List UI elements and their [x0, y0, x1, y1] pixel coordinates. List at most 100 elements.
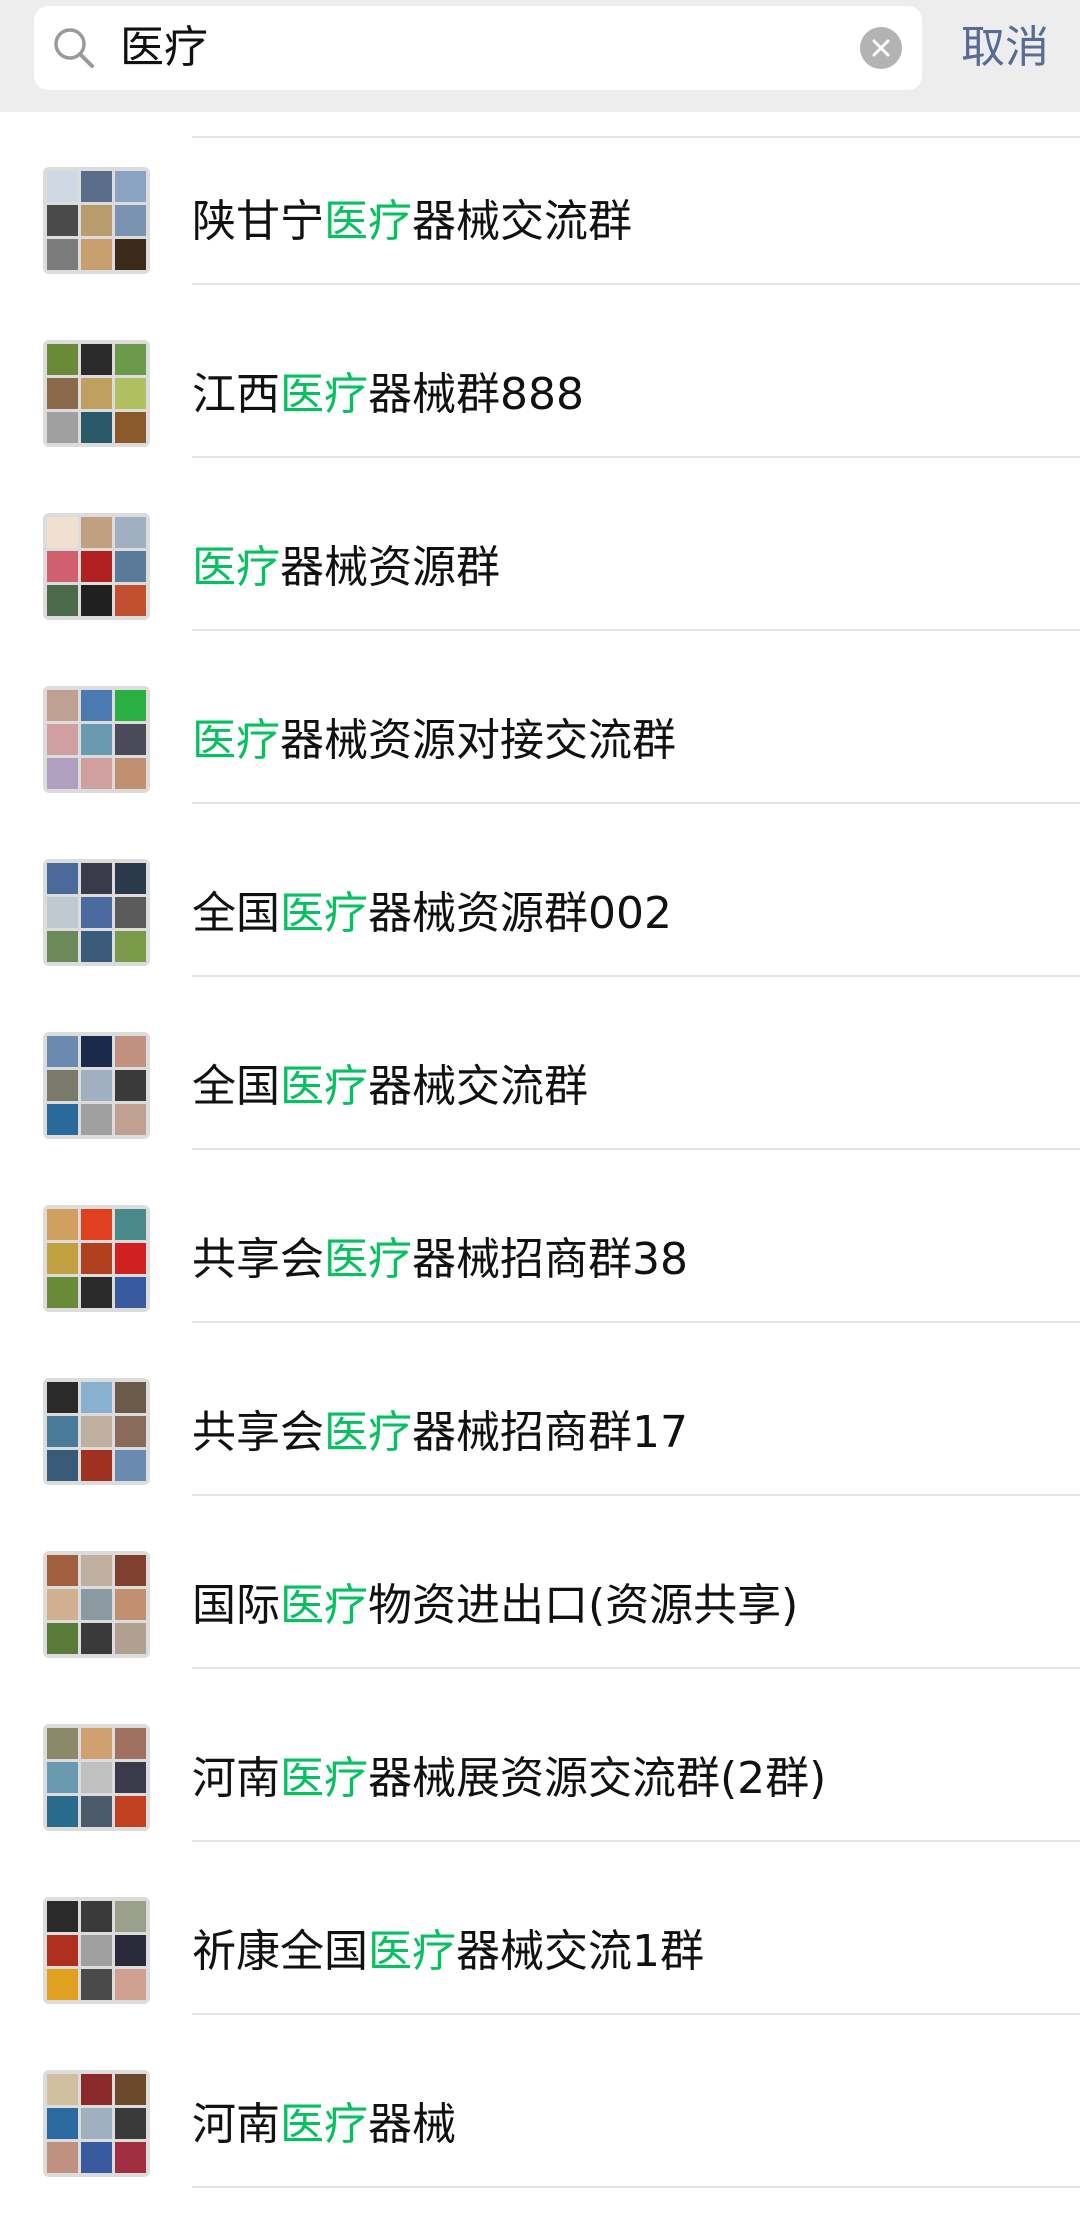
avatar-tile: [115, 171, 146, 202]
avatar-tile: [47, 412, 78, 443]
avatar-tile: [81, 1209, 112, 1240]
avatar-tile: [47, 1935, 78, 1966]
avatar-tile: [81, 1104, 112, 1135]
list-item[interactable]: 河南医疗器械展资源交流群(2群): [0, 1669, 1080, 1842]
avatar-tile: [115, 1243, 146, 1274]
group-avatar: [43, 1378, 150, 1485]
list-item[interactable]: 共享会医疗器械招商群17: [0, 1323, 1080, 1496]
title-prefix: 河南: [192, 1753, 280, 1804]
avatar-tile: [115, 378, 146, 409]
list-item[interactable]: 医疗器械资源对接交流群: [0, 631, 1080, 804]
avatar-tile: [115, 931, 146, 962]
avatar-tile: [81, 412, 112, 443]
avatar-tile: [115, 1762, 146, 1793]
group-avatar: [43, 2070, 150, 2177]
clear-search-icon[interactable]: [860, 27, 902, 69]
avatar-tile: [115, 897, 146, 928]
avatar-tile: [81, 1969, 112, 2000]
list-item[interactable]: 全国医疗器械交流群: [0, 977, 1080, 1150]
list-item[interactable]: 国际医疗物资进出口(资源共享): [0, 1496, 1080, 1669]
list-item[interactable]: 陕甘宁医疗器械交流群: [0, 112, 1080, 285]
title-suffix: 器械交流群: [368, 1061, 588, 1112]
avatar-tile: [115, 2108, 146, 2139]
title-prefix: 全国: [192, 888, 280, 939]
avatar-tile: [47, 1070, 78, 1101]
avatar-tile: [47, 1416, 78, 1447]
group-avatar: [43, 686, 150, 793]
avatar-tile: [47, 1762, 78, 1793]
title-suffix: 器械: [368, 2099, 456, 2150]
title-suffix: 器械招商群17: [412, 1407, 688, 1458]
avatar-tile: [81, 378, 112, 409]
avatar-tile: [115, 1382, 146, 1413]
list-item[interactable]: 医疗器械资源群: [0, 458, 1080, 631]
avatar-tile: [47, 1969, 78, 2000]
avatar-tile: [47, 2108, 78, 2139]
avatar-tile: [47, 344, 78, 375]
avatar-tile: [47, 1209, 78, 1240]
avatar-tile: [81, 690, 112, 721]
avatar-tile: [47, 171, 78, 202]
group-avatar: [43, 1897, 150, 2004]
avatar-tile: [115, 1104, 146, 1135]
title-highlight: 医疗: [324, 1234, 412, 1285]
group-title: 共享会医疗器械招商群17: [192, 1403, 688, 1463]
group-title: 医疗器械资源对接交流群: [192, 711, 676, 771]
search-query[interactable]: 医疗: [120, 20, 208, 76]
avatar-tile: [47, 1382, 78, 1413]
avatar-tile: [81, 1589, 112, 1620]
title-highlight: 医疗: [280, 1753, 368, 1804]
group-title: 祈康全国医疗器械交流1群: [192, 1922, 704, 1982]
search-input[interactable]: 医疗: [34, 6, 922, 90]
result-list: 陕甘宁医疗器械交流群 江西医疗器械群888 医疗器械资源群 医疗器械资源对接交流群 全国…: [0, 112, 1080, 2188]
group-title: 医疗器械资源群: [192, 538, 500, 598]
avatar-tile: [47, 1728, 78, 1759]
title-suffix: 器械资源群: [280, 542, 500, 593]
avatar-tile: [81, 863, 112, 894]
avatar-tile: [47, 1277, 78, 1308]
list-item[interactable]: 河南医疗器械: [0, 2015, 1080, 2188]
avatar-tile: [115, 1901, 146, 1932]
title-prefix: 祈康全国: [192, 1926, 368, 1977]
avatar-tile: [81, 1555, 112, 1586]
avatar-tile: [115, 1277, 146, 1308]
group-title: 河南医疗器械: [192, 2095, 456, 2155]
avatar-tile: [81, 205, 112, 236]
title-highlight: 医疗: [192, 542, 280, 593]
list-item[interactable]: 江西医疗器械群888: [0, 285, 1080, 458]
avatar-tile: [47, 1243, 78, 1274]
avatar-tile: [81, 1243, 112, 1274]
avatar-tile: [81, 239, 112, 270]
title-prefix: 河南: [192, 2099, 280, 2150]
avatar-tile: [47, 1555, 78, 1586]
avatar-tile: [47, 551, 78, 582]
divider: [192, 2186, 1080, 2188]
title-highlight: 医疗: [280, 1061, 368, 1112]
avatar-tile: [115, 690, 146, 721]
avatar-tile: [81, 758, 112, 789]
avatar-tile: [115, 863, 146, 894]
list-item[interactable]: 祈康全国医疗器械交流1群: [0, 1842, 1080, 2015]
avatar-tile: [47, 205, 78, 236]
avatar-tile: [47, 1623, 78, 1654]
avatar-tile: [81, 171, 112, 202]
avatar-tile: [47, 239, 78, 270]
avatar-tile: [115, 1036, 146, 1067]
cancel-button[interactable]: 取消: [950, 16, 1060, 80]
avatar-tile: [47, 724, 78, 755]
list-item[interactable]: 全国医疗器械资源群002: [0, 804, 1080, 977]
avatar-tile: [81, 1416, 112, 1447]
avatar-tile: [47, 585, 78, 616]
avatar-tile: [47, 863, 78, 894]
avatar-tile: [81, 724, 112, 755]
title-suffix: 器械资源对接交流群: [280, 715, 676, 766]
avatar-tile: [115, 1969, 146, 2000]
avatar-tile: [115, 1623, 146, 1654]
avatar-tile: [115, 344, 146, 375]
avatar-tile: [81, 1382, 112, 1413]
title-suffix: 物资进出口(资源共享): [368, 1580, 799, 1631]
avatar-tile: [115, 1796, 146, 1827]
list-item[interactable]: 共享会医疗器械招商群38: [0, 1150, 1080, 1323]
avatar-tile: [81, 2108, 112, 2139]
avatar-tile: [115, 1555, 146, 1586]
